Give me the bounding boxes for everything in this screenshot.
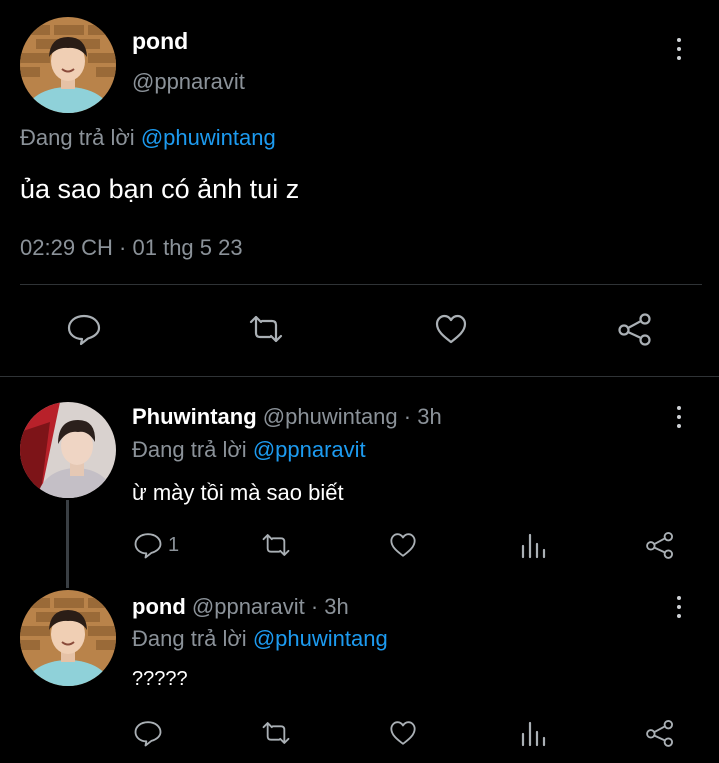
analytics-icon[interactable] bbox=[518, 718, 548, 748]
share-icon[interactable] bbox=[616, 311, 654, 347]
tweet-timestamp: 02:29 CH · 01 thg 5 23 bbox=[20, 235, 243, 260]
comment-icon[interactable] bbox=[66, 311, 102, 347]
avatar-phuwintang[interactable] bbox=[20, 402, 116, 498]
share-icon[interactable] bbox=[644, 718, 676, 748]
replying-to-link[interactable]: @phuwintang bbox=[141, 125, 276, 150]
avatar-pond[interactable] bbox=[20, 17, 116, 113]
reply-time[interactable]: · 3h bbox=[311, 594, 349, 619]
section-divider bbox=[0, 376, 719, 377]
more-options-icon[interactable] bbox=[676, 406, 682, 430]
replying-to-prefix: Đang trả lời bbox=[20, 125, 135, 150]
reply-header: pond @ppnaravit · 3h bbox=[132, 594, 349, 620]
retweet-icon[interactable] bbox=[246, 311, 286, 347]
retweet-icon[interactable] bbox=[259, 718, 293, 748]
replying-to-line: Đang trả lời @phuwintang bbox=[20, 125, 276, 151]
author-handle[interactable]: @ppnaravit bbox=[132, 69, 245, 95]
more-options-icon[interactable] bbox=[676, 38, 682, 62]
avatar-pond[interactable] bbox=[20, 590, 116, 686]
like-icon[interactable] bbox=[433, 311, 469, 347]
like-icon[interactable] bbox=[388, 530, 418, 560]
author-display-name[interactable]: pond bbox=[132, 28, 188, 55]
reply-handle[interactable]: @phuwintang bbox=[263, 404, 398, 429]
replying-to-line: Đang trả lời @phuwintang bbox=[132, 626, 388, 652]
reply-handle[interactable]: @ppnaravit bbox=[192, 594, 305, 619]
replying-to-link[interactable]: @ppnaravit bbox=[253, 437, 366, 462]
like-icon[interactable] bbox=[388, 718, 418, 748]
comment-icon[interactable] bbox=[133, 530, 163, 560]
reply-text: ????? bbox=[132, 668, 188, 690]
reply-display-name[interactable]: Phuwintang bbox=[132, 404, 257, 429]
reply-count: 1 bbox=[168, 534, 180, 556]
comment-icon[interactable] bbox=[133, 718, 163, 748]
share-icon[interactable] bbox=[644, 530, 676, 560]
reply-text: ừ mày tồi mà sao biết bbox=[132, 480, 344, 505]
retweet-icon[interactable] bbox=[259, 530, 293, 560]
reply-display-name[interactable]: pond bbox=[132, 594, 186, 619]
reply-header: Phuwintang @phuwintang · 3h bbox=[132, 404, 442, 430]
replying-to-prefix: Đang trả lời bbox=[132, 626, 247, 651]
replying-to-link[interactable]: @phuwintang bbox=[253, 626, 388, 651]
analytics-icon[interactable] bbox=[518, 530, 548, 560]
replying-to-line: Đang trả lời @ppnaravit bbox=[132, 437, 366, 463]
thread-line bbox=[66, 500, 69, 588]
reply-time[interactable]: · 3h bbox=[404, 404, 442, 429]
replying-to-prefix: Đang trả lời bbox=[132, 437, 247, 462]
tweet-text: ủa sao bạn có ảnh tui z bbox=[20, 174, 300, 204]
divider bbox=[20, 284, 702, 285]
more-options-icon[interactable] bbox=[676, 596, 682, 620]
